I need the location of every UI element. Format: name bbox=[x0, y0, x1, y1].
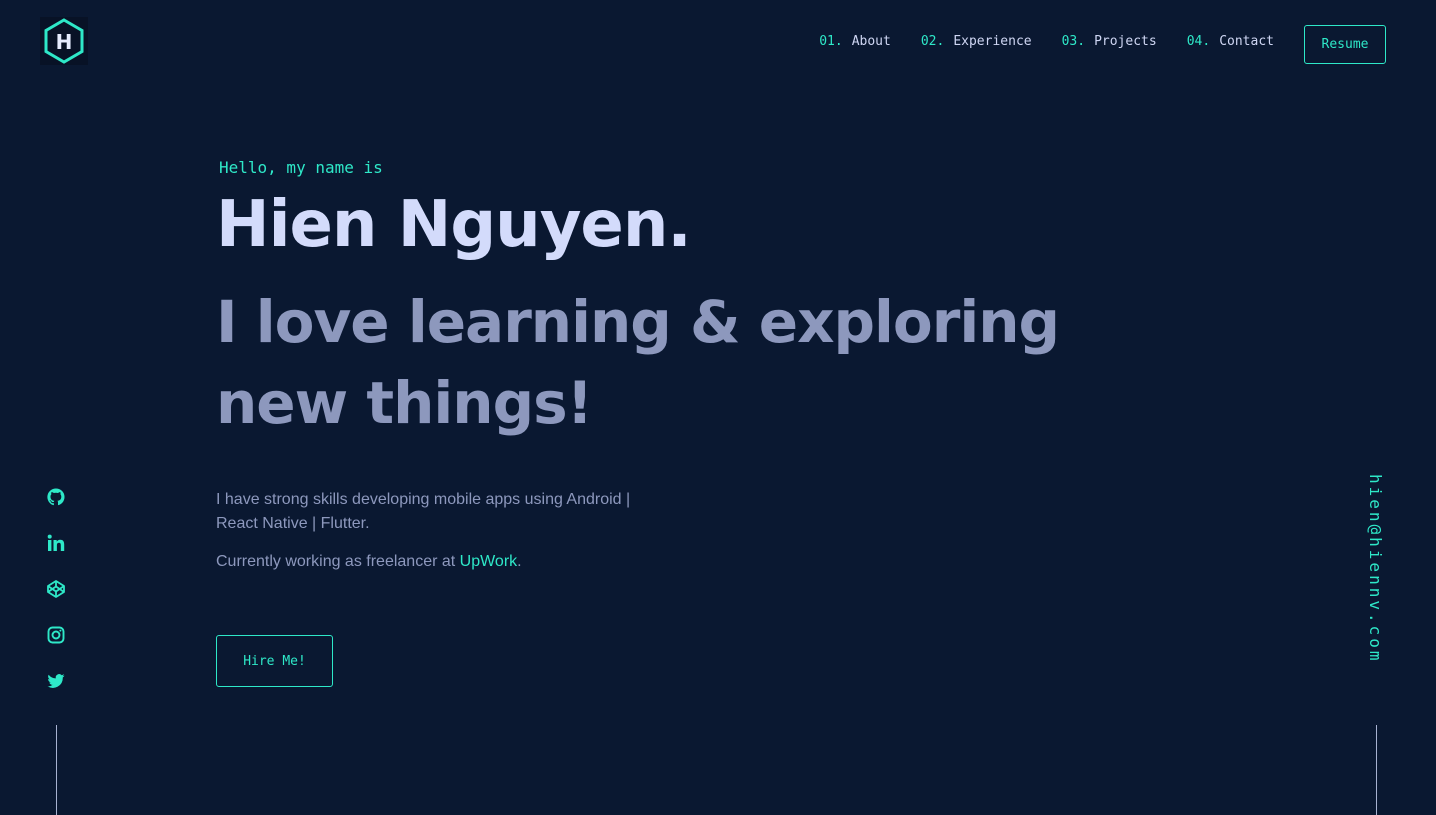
nav-item-about[interactable]: 01. About bbox=[819, 34, 891, 49]
email-link[interactable]: hien@hiennv.com bbox=[1366, 474, 1385, 664]
nav-item-experience[interactable]: 02. Experience bbox=[921, 34, 1032, 49]
description-work-suffix: . bbox=[517, 553, 522, 570]
instagram-link[interactable] bbox=[46, 625, 66, 645]
nav-label: About bbox=[851, 34, 891, 49]
nav-item-contact[interactable]: 04. Contact bbox=[1187, 34, 1274, 49]
logo-link[interactable]: H bbox=[40, 17, 88, 65]
description-skills: I have strong skills developing mobile a… bbox=[216, 491, 631, 532]
codepen-link[interactable] bbox=[46, 579, 66, 599]
right-divider-line bbox=[1376, 725, 1377, 815]
github-icon bbox=[47, 488, 65, 506]
linkedin-link[interactable] bbox=[46, 533, 66, 553]
hero-section: Hello, my name is Hien Nguyen. I love le… bbox=[216, 156, 1176, 574]
twitter-icon bbox=[47, 674, 65, 688]
hero-greeting: Hello, my name is bbox=[219, 158, 383, 177]
hire-me-button[interactable]: Hire Me! bbox=[216, 635, 333, 687]
upwork-link[interactable]: UpWork bbox=[460, 553, 518, 570]
hero-tagline: I love learning & exploring new things! bbox=[216, 288, 1060, 437]
nav-label: Contact bbox=[1219, 34, 1274, 49]
description-work-prefix: Currently working as freelancer at bbox=[216, 553, 460, 570]
resume-button[interactable]: Resume bbox=[1304, 25, 1386, 64]
hexagon-logo-icon: H bbox=[44, 18, 84, 64]
page: H 01. About 02. Experience 03. Projects … bbox=[0, 0, 1436, 815]
nav-item-projects[interactable]: 03. Projects bbox=[1062, 34, 1157, 49]
nav-number: 01. bbox=[819, 34, 843, 49]
hero-name: Hien Nguyen. bbox=[216, 188, 692, 262]
hero-description: I have strong skills developing mobile a… bbox=[216, 488, 656, 574]
instagram-icon bbox=[47, 626, 65, 644]
twitter-link[interactable] bbox=[46, 671, 66, 691]
nav-label: Experience bbox=[953, 34, 1032, 49]
nav-number: 02. bbox=[920, 34, 945, 49]
left-divider-line bbox=[56, 725, 57, 815]
codepen-icon bbox=[47, 580, 65, 598]
logo-letter: H bbox=[56, 30, 73, 54]
linkedin-icon bbox=[47, 534, 65, 551]
social-links bbox=[46, 487, 66, 691]
nav-label: Projects bbox=[1094, 34, 1157, 49]
nav-number: 04. bbox=[1186, 34, 1211, 49]
github-link[interactable] bbox=[46, 487, 66, 507]
description-work: Currently working as freelancer at UpWor… bbox=[216, 550, 656, 574]
nav-number: 03. bbox=[1061, 34, 1086, 49]
top-nav: 01. About 02. Experience 03. Projects 04… bbox=[819, 34, 1274, 49]
